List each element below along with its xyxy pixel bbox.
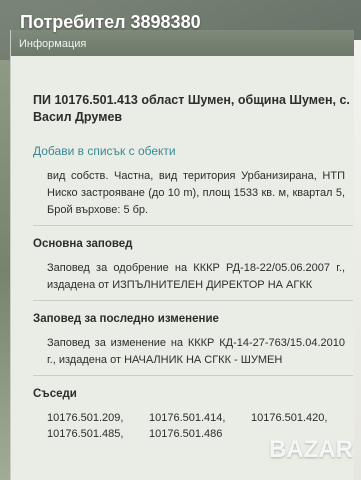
parcel-description: вид собств. Частна, вид територия Урбани… xyxy=(47,170,345,216)
divider xyxy=(33,225,353,226)
neighbor-item[interactable]: 10176.501.486 xyxy=(149,428,251,440)
add-to-list-label[interactable]: Добави в списък с обекти xyxy=(33,144,176,158)
panel-body: ПИ 10176.501.413 област Шумен, община Шу… xyxy=(11,56,354,440)
last-change-text: Заповед за изменение на КККР КД-14-27-76… xyxy=(47,337,345,366)
neighbor-item[interactable]: 10176.501.209, xyxy=(47,412,149,424)
divider xyxy=(33,375,353,376)
neighbor-item[interactable]: 10176.501.485, xyxy=(47,428,149,440)
user-watermark: Потребител 3898380 xyxy=(20,12,201,32)
neighbor-item[interactable]: 10176.501.420, xyxy=(251,412,353,424)
base-order-text: Заповед за одобрение на КККР РД-18-22/05… xyxy=(47,262,345,291)
info-panel: Информация ПИ 10176.501.413 област Шумен… xyxy=(10,30,354,480)
bazar-logo: BAZAR xyxy=(269,436,353,463)
add-to-list-link[interactable]: Добави в списък с обекти xyxy=(33,144,342,158)
parcel-title: ПИ 10176.501.413 област Шумен, община Шу… xyxy=(33,93,350,124)
panel-header: Информация xyxy=(11,30,354,56)
base-order-heading: Основна заповед xyxy=(33,238,133,250)
last-change-heading: Заповед за последно изменение xyxy=(33,313,219,325)
divider xyxy=(33,300,353,301)
neighbors-heading: Съседи xyxy=(33,388,77,400)
neighbor-item[interactable]: 10176.501.414, xyxy=(149,412,251,424)
